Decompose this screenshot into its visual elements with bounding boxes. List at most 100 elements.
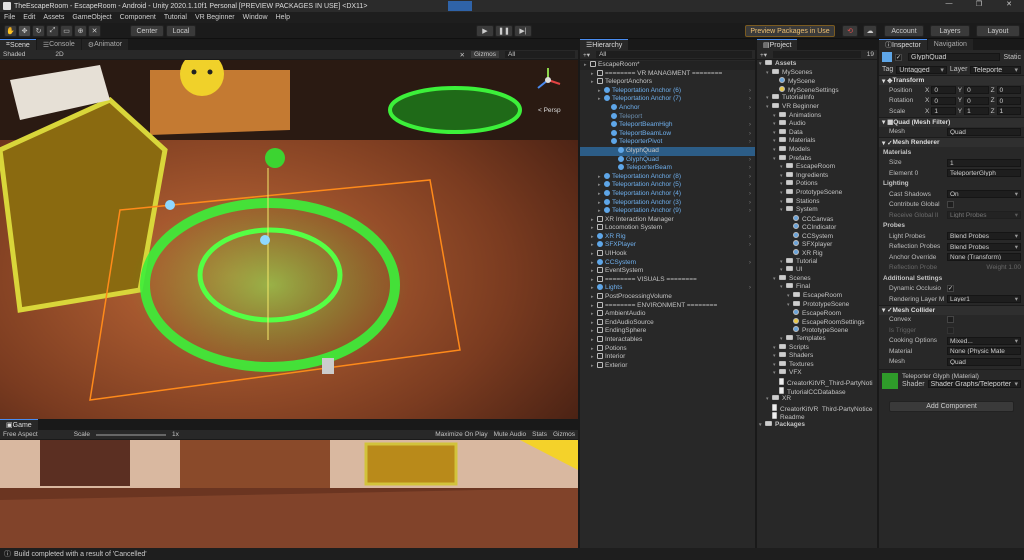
project-item[interactable]: ▾ EscapeRoom <box>757 163 877 172</box>
maximize-button[interactable]: ❐ <box>964 0 994 8</box>
light-probes-dropdown[interactable]: Blend Probes <box>947 232 1021 241</box>
tab-hierarchy[interactable]: ☰ Hierarchy <box>580 39 629 50</box>
prefab-arrow-icon[interactable]: › <box>749 173 751 182</box>
project-item[interactable]: Readme <box>757 412 877 421</box>
tools-icon[interactable]: ✕ <box>460 51 465 59</box>
move-tool-icon[interactable]: ✥ <box>18 25 31 37</box>
hierarchy-item[interactable]: ▸ Locomotion System <box>580 224 755 233</box>
stats-toggle[interactable]: Stats <box>532 431 547 438</box>
project-item[interactable]: ▾ Prefabs <box>757 154 877 164</box>
prefab-arrow-icon[interactable]: › <box>749 164 751 173</box>
project-item[interactable]: ▾ Animations <box>757 111 877 121</box>
menu-assets[interactable]: Assets <box>43 14 64 21</box>
project-item[interactable]: ▾ XR <box>757 395 877 404</box>
mesh-collider-header[interactable]: ▾ ✓ Mesh Collider <box>879 304 1024 315</box>
custom-tool-icon[interactable]: ✕ <box>88 25 101 37</box>
mesh-renderer-header[interactable]: ▾ ✓ Mesh Renderer <box>879 137 1024 147</box>
hierarchy-item[interactable]: ▸ PostProcessingVolume <box>580 293 755 302</box>
prefab-arrow-icon[interactable]: › <box>749 233 751 242</box>
scene-viewport[interactable]: < Persp <box>0 60 578 419</box>
cooking-options-dropdown[interactable]: Mixed... <box>947 336 1021 345</box>
project-item[interactable]: EscapeRoomSettings <box>757 317 877 327</box>
prefab-arrow-icon[interactable]: › <box>749 284 751 293</box>
gizmos-dropdown[interactable]: Gizmos <box>470 51 499 58</box>
hierarchy-item[interactable]: ▸ EndAudioSource <box>580 318 755 328</box>
expand-arrow-icon[interactable]: ▸ <box>598 199 604 208</box>
project-item[interactable]: MyScene <box>757 77 877 86</box>
hierarchy-item[interactable]: ▸ Teleportation Anchor (8) › <box>580 172 755 182</box>
hierarchy-item[interactable]: ▸ XR Rig › <box>580 232 755 242</box>
expand-arrow-icon[interactable]: ▸ <box>591 233 597 242</box>
add-component-button[interactable]: Add Component <box>889 401 1014 412</box>
lighting-foldout[interactable]: Lighting <box>879 179 1024 190</box>
project-item[interactable]: ▾ Scripts <box>757 343 877 353</box>
preview-packages-button[interactable]: Preview Packages in Use <box>745 25 835 37</box>
prefab-arrow-icon[interactable]: › <box>749 95 751 104</box>
element0-field[interactable]: TeleporterGlyph <box>947 169 1021 178</box>
hierarchy-item[interactable]: ▸ Teleportation Anchor (7) › <box>580 95 755 104</box>
hierarchy-item[interactable]: ▸ EscapeRoom* <box>580 61 755 70</box>
project-item[interactable]: ▾ PrototypeScene <box>757 188 877 198</box>
project-item[interactable]: PrototypeScene <box>757 326 877 335</box>
project-item[interactable]: ▾ Shaders <box>757 352 877 361</box>
project-search[interactable] <box>773 51 861 58</box>
menu-window[interactable]: Window <box>243 14 268 21</box>
size-field[interactable]: 1 <box>947 158 1021 167</box>
project-item[interactable]: ▾ EscapeRoom <box>757 292 877 301</box>
rendering-layer-dropdown[interactable]: Layer1 <box>947 295 1021 304</box>
tab-game[interactable]: ▣ Game <box>0 419 38 430</box>
minimize-button[interactable]: — <box>934 0 964 8</box>
prefab-arrow-icon[interactable]: › <box>749 121 751 130</box>
transform-tool-icon[interactable]: ⊕ <box>74 25 87 37</box>
contribute-gi-checkbox[interactable] <box>947 201 954 209</box>
hierarchy-item[interactable]: ▸ SFXPlayer › <box>580 241 755 250</box>
mesh-filter-header[interactable]: ▾ ▦ Quad (Mesh Filter) <box>879 116 1024 127</box>
hierarchy-item[interactable]: ▸ Teleportation Anchor (9) › <box>580 207 755 216</box>
menu-tutorial[interactable]: Tutorial <box>164 14 187 21</box>
active-checkbox[interactable]: ✓ <box>895 53 902 61</box>
project-item[interactable]: ▾ Data <box>757 128 877 138</box>
prefab-arrow-icon[interactable]: › <box>749 241 751 250</box>
maximize-on-play-toggle[interactable]: Maximize On Play <box>435 431 487 438</box>
expand-arrow-icon[interactable]: ▸ <box>591 259 597 268</box>
transform-y-field[interactable]: 0 <box>964 96 989 105</box>
project-item[interactable]: CCIndicator <box>757 223 877 232</box>
project-item[interactable]: ▾ Materials <box>757 137 877 146</box>
mesh-field[interactable]: Quad <box>947 127 1021 136</box>
transform-x-field[interactable]: 0 <box>931 96 956 105</box>
layer-dropdown[interactable]: Teleporte <box>970 65 1021 74</box>
menu-gameobject[interactable]: GameObject <box>72 14 111 21</box>
prefab-arrow-icon[interactable]: › <box>749 138 751 147</box>
hierarchy-item[interactable]: GlyphQuad › <box>580 155 755 165</box>
collider-mesh-field[interactable]: Quad <box>947 357 1021 366</box>
hierarchy-item[interactable]: ▸ Interior <box>580 353 755 362</box>
project-item[interactable]: MySceneSettings <box>757 85 877 95</box>
project-item[interactable]: ▾ VR Beginner <box>757 102 877 112</box>
project-item[interactable]: ▾ UI <box>757 266 877 275</box>
hierarchy-item[interactable]: TeleportBeamHigh › <box>580 121 755 130</box>
menu-help[interactable]: Help <box>276 14 290 21</box>
hierarchy-item[interactable]: Anchor › <box>580 103 755 113</box>
hierarchy-item[interactable]: ▸ CCSystem › <box>580 258 755 268</box>
hierarchy-item[interactable]: ▸ EventSystem <box>580 267 755 276</box>
hierarchy-item[interactable]: ▸ Teleportation Anchor (5) › <box>580 181 755 190</box>
project-item[interactable]: ▾ TutorialInfo <box>757 94 877 103</box>
hierarchy-item[interactable]: ▸ ======== ENVIRONMENT ======== <box>580 301 755 311</box>
project-item[interactable]: ▾ Models <box>757 145 877 155</box>
tab-inspector[interactable]: ⓘ Inspector <box>879 39 927 50</box>
expand-arrow-icon[interactable]: ▸ <box>598 173 604 182</box>
reflection-probes-dropdown[interactable]: Blend Probes <box>947 242 1021 251</box>
aspect-dropdown[interactable]: Free Aspect <box>3 431 38 438</box>
tab-animator[interactable]: ⚙ Animator <box>81 39 129 50</box>
layout-dropdown[interactable]: Layout <box>976 25 1020 37</box>
transform-y-field[interactable]: 0 <box>964 86 989 95</box>
object-name-field[interactable]: GlyphQuad <box>908 53 1001 61</box>
hierarchy-item[interactable]: Teleport <box>580 112 755 122</box>
game-gizmos-dropdown[interactable]: Gizmos <box>553 431 575 438</box>
hierarchy-item[interactable]: ▸ Teleportation Anchor (6) › <box>580 86 755 96</box>
tab-scene[interactable]: ⌗ Scene <box>0 39 36 50</box>
account-dropdown[interactable]: Account <box>884 25 924 37</box>
project-item[interactable]: EscapeRoom <box>757 309 877 318</box>
hierarchy-item[interactable]: ▸ Potions <box>580 344 755 354</box>
close-button[interactable]: ✕ <box>994 0 1024 8</box>
